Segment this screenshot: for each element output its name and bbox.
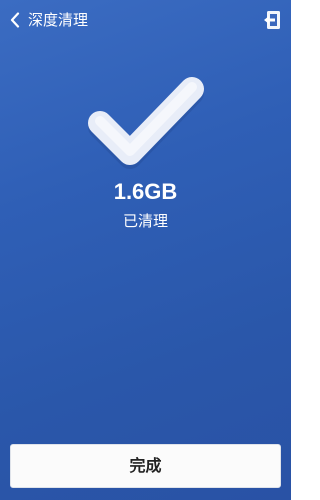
exit-icon	[261, 11, 283, 35]
checkmark-icon	[88, 77, 204, 169]
screen: 深度清理 1.6GB 已清理 完成	[0, 0, 291, 500]
page-title: 深度清理	[28, 11, 89, 29]
cleaned-size: 1.6GB	[113, 179, 178, 204]
check-graphic	[78, 74, 214, 176]
done-button[interactable]: 完成	[10, 444, 281, 488]
clean-status: 已清理	[122, 212, 168, 230]
exit-button[interactable]	[261, 9, 283, 31]
back-button[interactable]: 深度清理	[8, 8, 88, 32]
header-bar: 深度清理	[0, 0, 291, 40]
chevron-left-icon	[8, 10, 22, 30]
